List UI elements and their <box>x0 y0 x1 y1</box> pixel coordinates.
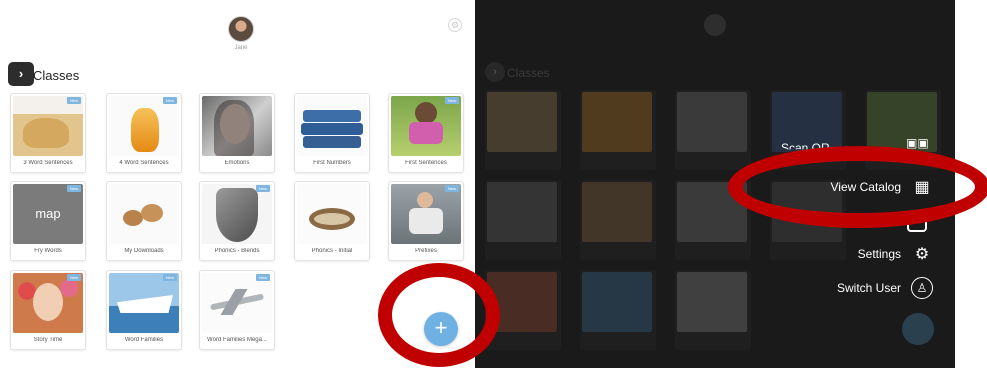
jeans-stack-image <box>297 96 367 156</box>
tile-label: Fry Words <box>34 248 62 254</box>
shield-image <box>202 184 272 244</box>
class-tile[interactable]: New Phonics - Blends <box>199 181 275 261</box>
tile-label: Word Families <box>124 337 164 343</box>
class-tile <box>580 90 656 170</box>
tile-label: Story Time <box>33 337 63 343</box>
avatar[interactable] <box>228 16 254 42</box>
class-tile[interactable]: map New Fry Words <box>10 181 86 261</box>
class-tile[interactable]: New 3 Word Sentences <box>10 93 86 173</box>
sidebar-toggle-button[interactable]: › <box>8 62 34 86</box>
class-tile[interactable]: First Numbers <box>294 93 370 173</box>
highlight-ring-add-button <box>378 263 500 367</box>
tile-label: 4 Word Sentences <box>119 160 169 166</box>
tile-label: 3 Word Sentences <box>23 160 73 166</box>
menu-item-settings[interactable]: Settings ⚙ <box>858 242 933 266</box>
airplane-image <box>202 273 272 333</box>
class-tile <box>580 180 656 260</box>
class-tile[interactable]: New Word Families Mega... <box>199 270 275 350</box>
tile-label: Phonics - Blends <box>214 248 260 254</box>
new-badge: New <box>163 274 177 281</box>
girl-flowers-image <box>13 273 83 333</box>
class-tile[interactable]: New Story Time <box>10 270 86 350</box>
class-tile <box>485 180 561 260</box>
user-name: Jane <box>234 45 248 51</box>
tile-label: Phonics - Initial <box>311 248 353 254</box>
new-badge: New <box>67 185 81 192</box>
class-tile <box>675 270 751 350</box>
sitting-boy-image <box>391 184 461 244</box>
lion-cub-image <box>13 96 83 156</box>
section-title: Classes <box>507 66 550 80</box>
user-profile[interactable]: Jane <box>226 16 256 51</box>
new-badge: New <box>163 97 177 104</box>
woman-portrait-image <box>202 96 272 156</box>
class-tile[interactable]: Phonics - Initial <box>294 181 370 261</box>
class-tile <box>580 270 656 350</box>
tile-label: Word Families Mega... <box>207 337 267 343</box>
tile-label: First Numbers <box>313 160 351 166</box>
bread-rolls-image <box>109 184 179 244</box>
tile-label: Emotions <box>224 160 250 166</box>
sidebar-toggle-button[interactable]: › <box>485 62 505 82</box>
gear-icon: ⚙ <box>914 246 930 263</box>
map-text-image: map <box>13 184 83 244</box>
menu-item-label: Settings <box>857 247 901 261</box>
new-badge: New <box>445 97 459 104</box>
honey-jar-image <box>109 96 179 156</box>
menu-item-label: Switch User <box>836 281 901 295</box>
tile-label: First Sentences <box>405 160 447 166</box>
new-badge: New <box>256 185 270 192</box>
class-tile[interactable]: Emotions <box>199 93 275 173</box>
tile-label: Prefixes <box>415 248 437 254</box>
class-tile[interactable]: New Word Families <box>106 270 182 350</box>
girl-bicycle-image <box>391 96 461 156</box>
new-badge: New <box>445 185 459 192</box>
class-tile[interactable]: New Prefixes <box>388 181 464 261</box>
class-tile[interactable]: New First Sentences <box>388 93 464 173</box>
tile-label: My Downloads <box>124 248 164 254</box>
section-title: Classes <box>33 68 80 83</box>
menu-item-switch-user[interactable]: Switch User ♙ <box>837 276 933 300</box>
avatar <box>704 14 726 36</box>
add-button-dimmed <box>902 313 934 345</box>
settings-icon[interactable]: ⚙ <box>448 18 462 32</box>
new-badge: New <box>67 274 81 281</box>
class-tile[interactable]: New 4 Word Sentences <box>106 93 182 173</box>
class-tile <box>675 90 751 170</box>
cruise-ship-image <box>109 273 179 333</box>
bird-nest-image <box>297 184 367 244</box>
class-tile[interactable]: My Downloads <box>106 181 182 261</box>
user-circle-icon: ♙ <box>911 277 933 299</box>
new-badge: New <box>256 274 270 281</box>
new-badge: New <box>67 97 81 104</box>
class-tile <box>485 90 561 170</box>
highlight-ring-view-catalog <box>728 146 987 228</box>
